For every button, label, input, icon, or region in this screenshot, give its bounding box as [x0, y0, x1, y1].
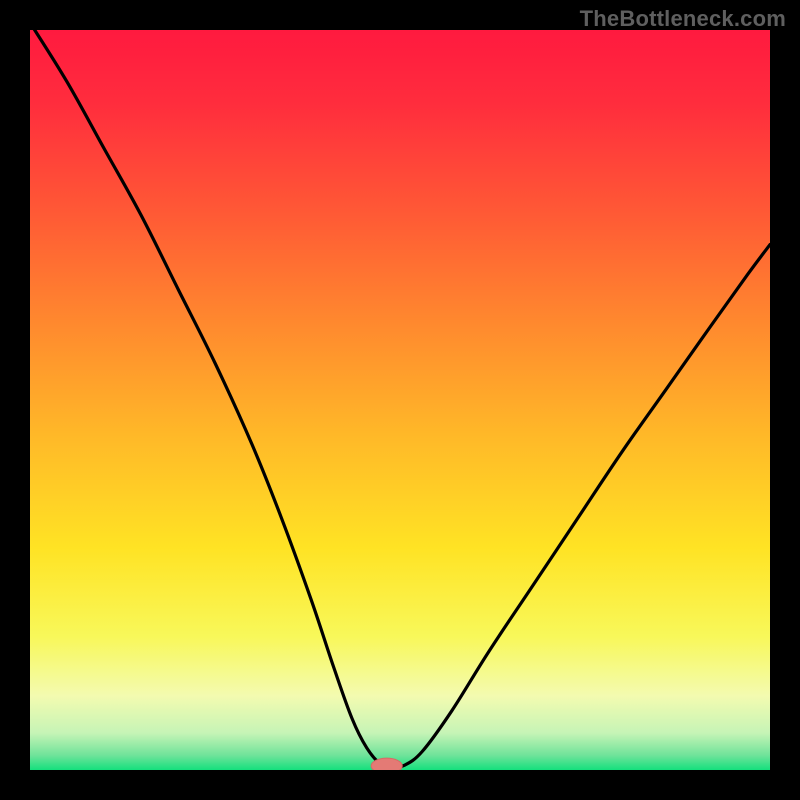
plot-area — [30, 30, 770, 770]
watermark-text: TheBottleneck.com — [580, 6, 786, 32]
plot-svg — [30, 30, 770, 770]
chart-frame: TheBottleneck.com — [0, 0, 800, 800]
minimum-marker — [371, 758, 402, 770]
